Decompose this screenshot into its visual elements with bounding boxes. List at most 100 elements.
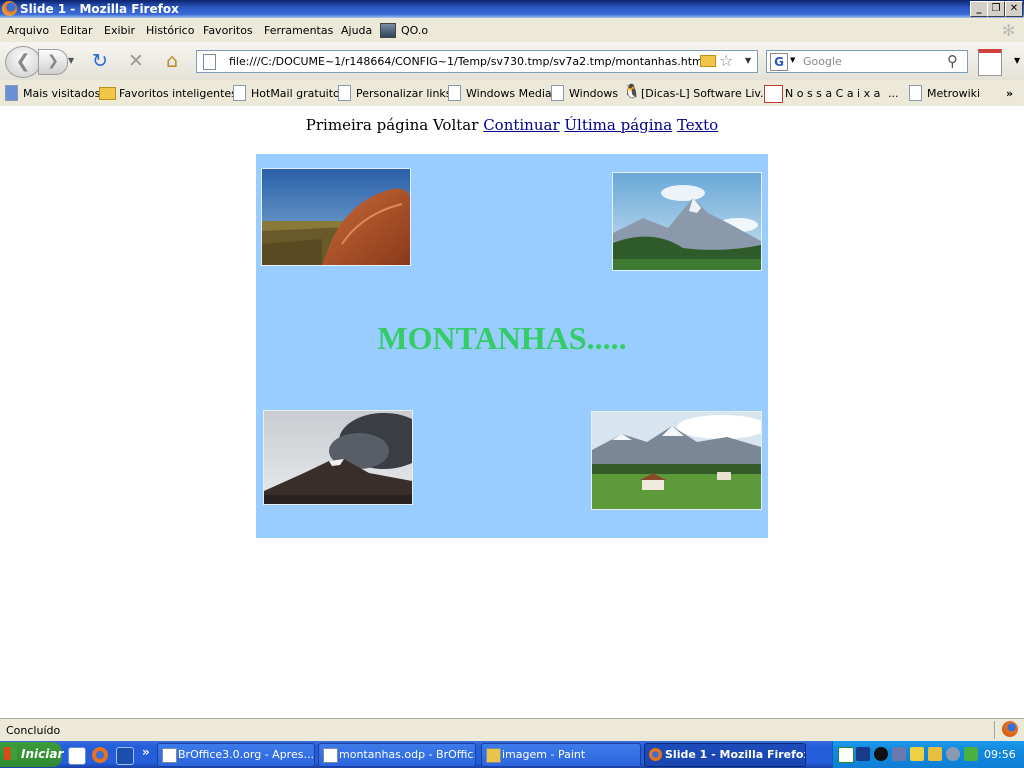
red-rock-photo — [261, 168, 411, 266]
task-label: imagem - Paint — [502, 748, 586, 761]
history-dropdown-icon[interactable]: ▼ — [68, 56, 74, 65]
back-button[interactable]: ❮ — [5, 46, 41, 78]
minimize-button[interactable]: _ — [970, 1, 988, 17]
back-text: Voltar — [432, 116, 479, 134]
stop-icon[interactable]: ✕ — [126, 51, 146, 71]
task-firefox[interactable]: Slide 1 - Mozilla Firefox — [644, 743, 806, 767]
bookmarks-toolbar: Mais visitados Favoritos inteligentes Ho… — [0, 80, 1024, 107]
alpine-peaks-photo — [612, 172, 762, 271]
alpine-village-image — [592, 412, 761, 509]
menu-bar: Arquivo Editar Exibir Histórico Favorito… — [0, 18, 1024, 43]
qoo-icon — [380, 23, 396, 38]
page-icon — [551, 85, 564, 101]
url-bar[interactable]: file:///C:/DOCUME~1/r148664/CONFIG~1/Tem… — [196, 50, 758, 73]
menu-historico[interactable]: Histórico — [146, 24, 194, 37]
reload-icon[interactable]: ↻ — [90, 51, 110, 71]
home-icon[interactable]: ⌂ — [162, 51, 182, 71]
throbber-icon: ✻ — [1002, 21, 1016, 40]
nossa-caixa-icon — [764, 85, 783, 103]
first-page-text: Primeira página — [305, 116, 429, 134]
menu-exibir[interactable]: Exibir — [104, 24, 135, 37]
task-broffice-apres[interactable]: BrOffice3.0.org - Apres... — [157, 743, 315, 767]
page-icon — [233, 85, 246, 101]
paint-icon — [486, 748, 501, 763]
broffice-icon — [162, 748, 177, 763]
quicklaunch-media-icon[interactable] — [116, 747, 134, 765]
url-dropdown-icon[interactable]: ▼ — [745, 56, 751, 65]
bookmark-metrowiki[interactable]: Metrowiki — [927, 87, 980, 100]
tray-update-icon[interactable] — [946, 747, 960, 761]
quicklaunch-desktop-icon[interactable] — [68, 747, 86, 765]
firefox-icon — [2, 1, 17, 16]
task-label: BrOffice3.0.org - Apres... — [178, 748, 314, 761]
menu-ferramentas[interactable]: Ferramentas — [264, 24, 333, 37]
bookmark-personalizar-links[interactable]: Personalizar links — [356, 87, 452, 100]
clock: 09:56 — [984, 748, 1016, 761]
bookmark-icon — [5, 85, 18, 101]
search-bar[interactable]: G ▼ Google ⚲ — [766, 50, 968, 73]
tray-folder-icon[interactable] — [910, 747, 924, 761]
tray-monitor-icon[interactable] — [892, 747, 906, 761]
bookmark-mais-visitados[interactable]: Mais visitados — [23, 87, 100, 100]
bookmark-windows-media[interactable]: Windows Media — [466, 87, 552, 100]
task-montanhas-odp[interactable]: montanhas.odp - BrOffic... — [318, 743, 476, 767]
menu-qoo[interactable]: QO.o — [401, 24, 428, 37]
slide-navigation: Primeira página Voltar Continuar Última … — [0, 116, 1024, 134]
text-link[interactable]: Texto — [677, 116, 718, 134]
menu-ajuda[interactable]: Ajuda — [341, 24, 372, 37]
slide: MONTANHAS..... — [256, 154, 768, 538]
status-bar: Concluído — [0, 718, 1024, 742]
continue-link[interactable]: Continuar — [483, 116, 559, 134]
search-icon[interactable]: ⚲ — [947, 52, 958, 70]
quicklaunch-more-button[interactable]: » — [142, 745, 150, 759]
status-text: Concluído — [6, 724, 61, 737]
page-icon — [338, 85, 351, 101]
last-page-link[interactable]: Última página — [564, 116, 672, 134]
bookmark-favoritos-inteligentes[interactable]: Favoritos inteligentes — [119, 87, 237, 100]
windows-logo-icon — [4, 747, 17, 760]
task-label: Slide 1 - Mozilla Firefox — [665, 748, 806, 761]
tray-network-icon[interactable] — [856, 747, 870, 761]
addon-dropdown-icon[interactable]: ▼ — [1014, 56, 1020, 65]
tray-nvidia-icon[interactable] — [964, 747, 978, 761]
tray-pencil-icon[interactable] — [928, 747, 942, 761]
search-input[interactable]: Google — [803, 55, 842, 68]
folder-icon[interactable] — [700, 55, 716, 67]
volcano-photo — [263, 410, 413, 505]
firefox-icon — [649, 748, 662, 761]
window-title: Slide 1 - Mozilla Firefox — [20, 2, 179, 16]
task-paint[interactable]: imagem - Paint — [481, 743, 641, 767]
task-label: montanhas.odp - BrOffic... — [339, 748, 476, 761]
page-icon — [909, 85, 922, 101]
firefox-status-icon[interactable] — [1002, 721, 1018, 737]
page-icon — [203, 54, 216, 70]
forward-button[interactable]: ❯ — [38, 49, 68, 75]
url-text[interactable]: file:///C:/DOCUME~1/r148664/CONFIG~1/Tem… — [229, 55, 703, 68]
search-engine-dropdown-icon[interactable]: ▼ — [790, 56, 795, 64]
tray-moon-icon[interactable] — [874, 747, 888, 761]
tray-vc-icon[interactable] — [838, 747, 854, 763]
addon-icon[interactable] — [978, 49, 1002, 76]
page-icon — [448, 85, 461, 101]
start-button[interactable]: Iniciar — [0, 742, 64, 767]
restore-button[interactable]: ❐ — [987, 1, 1005, 17]
menu-favoritos[interactable]: Favoritos — [203, 24, 253, 37]
close-button[interactable]: ✕ — [1005, 1, 1023, 17]
start-label: Iniciar — [21, 747, 64, 761]
alpine-village-photo — [591, 411, 762, 510]
bookmark-nossa-caixa[interactable]: N o s s a C a i x a — [785, 87, 880, 100]
search-engine-icon[interactable]: G — [770, 53, 788, 71]
bookmarks-overflow-button[interactable]: » — [1006, 87, 1013, 100]
bookmark-dicas-l[interactable]: [Dicas-L] Software Liv... — [641, 87, 771, 100]
bookmark-star-icon[interactable]: ☆ — [719, 51, 733, 70]
menu-editar[interactable]: Editar — [60, 24, 93, 37]
alpine-peaks-image — [613, 173, 761, 270]
bookmark-hotmail[interactable]: HotMail gratuito — [251, 87, 340, 100]
folder-icon — [99, 87, 116, 100]
bookmark-windows[interactable]: Windows — [569, 87, 618, 100]
window-title-bar[interactable]: Slide 1 - Mozilla Firefox _ ❐ ✕ — [0, 0, 1024, 18]
menu-arquivo[interactable]: Arquivo — [7, 24, 49, 37]
slide-title: MONTANHAS..... — [377, 320, 627, 356]
document-icon — [323, 748, 338, 763]
quicklaunch-firefox-icon[interactable] — [92, 747, 108, 763]
